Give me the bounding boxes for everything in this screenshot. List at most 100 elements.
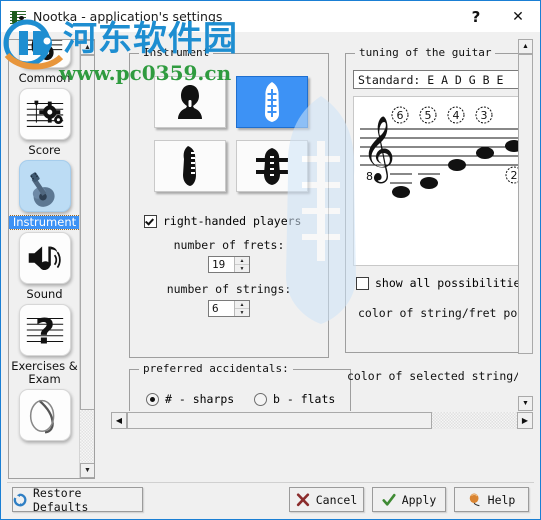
sidebar-item-extra[interactable] — [9, 389, 80, 445]
check-icon — [382, 493, 396, 506]
help-button[interactable]: Help — [454, 487, 529, 512]
x-icon — [296, 492, 309, 506]
title-bar-buttons: ? ✕ — [456, 1, 540, 32]
show-all-possibilities-row[interactable]: show all possibilities — [356, 276, 527, 290]
frets-value[interactable]: 19 — [209, 257, 234, 272]
apply-button[interactable]: Apply — [372, 487, 446, 512]
content-horizontal-scrollbar[interactable]: ◀ ▶ — [111, 412, 533, 429]
speaker-note-icon — [18, 232, 71, 284]
show-all-possibilities-checkbox[interactable] — [356, 276, 369, 290]
strings-spinner-up[interactable]: ▲ — [235, 301, 249, 309]
string-number-3: 3 — [481, 109, 488, 122]
show-all-possibilities-label: show all possibilities — [375, 276, 528, 290]
cancel-label: Cancel — [315, 492, 358, 507]
sidebar-item-label: Instrument — [9, 215, 82, 230]
bass-headstock-icon — [256, 148, 289, 185]
cancel-button[interactable]: Cancel — [289, 487, 364, 512]
electric-headstock-icon — [183, 146, 196, 186]
refresh-icon — [13, 492, 27, 507]
sidebar-scroll-track[interactable] — [80, 410, 94, 463]
instrument-group: Instrument right-handed players number o… — [129, 46, 329, 358]
classical-guitar-instrument-button[interactable] — [236, 76, 309, 128]
restore-defaults-label: Restore Defaults — [33, 485, 89, 514]
title-bar: Nootka - application's settings ? ✕ — [1, 1, 540, 32]
question-mark-staff-icon: ? — [18, 304, 71, 356]
restore-defaults-button[interactable]: Restore Defaults — [12, 485, 143, 514]
note-icon — [18, 389, 71, 441]
string-number-5: 5 — [425, 109, 432, 122]
flats-radio[interactable] — [254, 392, 267, 406]
flats-radio-row[interactable]: b - flats — [254, 392, 335, 406]
score-tools-icon — [18, 88, 71, 140]
right-handed-checkbox-row[interactable]: right-handed players — [144, 214, 301, 228]
instrument-group-title: Instrument — [139, 46, 214, 59]
content-scroll-right-button[interactable]: ▶ — [517, 412, 533, 429]
sidebar-scroll-thumb[interactable] — [80, 55, 94, 410]
content-scroll-up-button[interactable]: ▲ — [518, 39, 533, 54]
sidebar-item-label: Score — [28, 143, 61, 157]
accidentals-group: preferred accidentals: # - sharps b - fl… — [129, 362, 351, 411]
sidebar-item-instrument[interactable]: Instrument — [9, 160, 82, 230]
tuning-select[interactable]: Standard: E A D G B E — [353, 70, 529, 89]
sidebar-scrollbar[interactable]: ▲ ▼ — [79, 40, 94, 478]
sidebar-scroll-down-button[interactable]: ▼ — [80, 463, 94, 478]
staff-notation: 𝄞 8 6 5 4 3 2 — [360, 106, 528, 198]
sharps-radio-row[interactable]: # - sharps — [146, 392, 234, 406]
content-horizontal-scroll-track[interactable] — [127, 412, 517, 429]
dialog-button-bar: Restore Defaults Cancel Apply Help — [1, 483, 540, 519]
string-number-2: 2 — [511, 169, 518, 182]
sidebar-item-label: Sound — [26, 287, 63, 301]
flats-label: b - flats — [273, 392, 336, 406]
sidebar-scroll-up-button[interactable]: ▲ — [80, 40, 94, 55]
sidebar-item-label: Exercises & Exam — [11, 359, 78, 386]
frets-spinner-down[interactable]: ▼ — [235, 265, 249, 272]
sharps-label: # - sharps — [165, 392, 235, 406]
frets-spinner-up[interactable]: ▲ — [235, 257, 249, 265]
window-title: Nootka - application's settings — [33, 9, 223, 24]
sidebar-item-common[interactable]: Common — [9, 40, 80, 85]
apply-label: Apply — [401, 492, 437, 507]
strings-value[interactable]: 6 — [209, 301, 234, 316]
guitar-icon — [18, 160, 71, 212]
nootka-icon — [10, 9, 26, 25]
content-horizontal-scroll-thumb[interactable] — [127, 412, 432, 429]
settings-content-pane: Instrument right-handed players number o… — [111, 39, 533, 411]
svg-text:8: 8 — [366, 170, 373, 183]
tuning-staff-view[interactable]: 𝄞 8 6 5 4 3 2 — [353, 96, 529, 266]
settings-category-sidebar[interactable]: Common Score Instrument Sound ? Exercise… — [8, 39, 95, 479]
frets-spinner-buttons[interactable]: ▲ ▼ — [234, 257, 249, 272]
electric-guitar-instrument-button[interactable] — [154, 140, 226, 192]
instrument-button-grid — [154, 76, 315, 204]
color-string-fret-point-label: color of string/fret poin — [358, 306, 532, 320]
common-score-guitar-icon — [18, 40, 71, 68]
strings-spinner-buttons[interactable]: ▲ ▼ — [234, 301, 249, 316]
sidebar-item-exercises-exam[interactable]: ? Exercises & Exam — [9, 304, 80, 386]
bass-guitar-instrument-button[interactable] — [236, 140, 309, 192]
strings-spinner-down[interactable]: ▼ — [235, 309, 249, 316]
sidebar-item-label: Common — [18, 71, 71, 85]
classical-headstock-icon — [265, 82, 280, 122]
right-handed-checkbox[interactable] — [144, 214, 157, 228]
balloon-icon — [469, 492, 480, 506]
title-help-button[interactable]: ? — [456, 1, 496, 32]
content-scroll-left-button[interactable]: ◀ — [111, 412, 127, 429]
sidebar-item-sound[interactable]: Sound — [9, 232, 80, 301]
accidentals-group-title: preferred accidentals: — [139, 362, 293, 375]
close-icon[interactable]: ✕ — [496, 1, 540, 32]
content-vertical-scroll-thumb[interactable] — [518, 54, 533, 354]
sharps-radio[interactable] — [146, 392, 159, 406]
frets-label: number of frets: — [173, 238, 285, 252]
content-vertical-scrollbar[interactable]: ▲ ▼ — [518, 39, 533, 411]
color-selected-string-fret-label: color of selected string/f — [347, 369, 528, 383]
content-scroll-down-button[interactable]: ▼ — [518, 396, 533, 411]
tuning-group-title: tuning of the guitar — [355, 46, 496, 59]
voice-headstock-icon — [178, 85, 202, 119]
frets-spinner-row: 19 ▲ ▼ — [130, 256, 328, 273]
svg-text:?: ? — [35, 312, 55, 352]
right-handed-label: right-handed players — [163, 214, 302, 228]
sidebar-list: Common Score Instrument Sound ? Exercise… — [9, 40, 82, 448]
strings-spinner[interactable]: 6 ▲ ▼ — [208, 300, 250, 317]
frets-spinner[interactable]: 19 ▲ ▼ — [208, 256, 250, 273]
sidebar-item-score[interactable]: Score — [9, 88, 80, 157]
voice-instrument-button[interactable] — [154, 76, 226, 128]
